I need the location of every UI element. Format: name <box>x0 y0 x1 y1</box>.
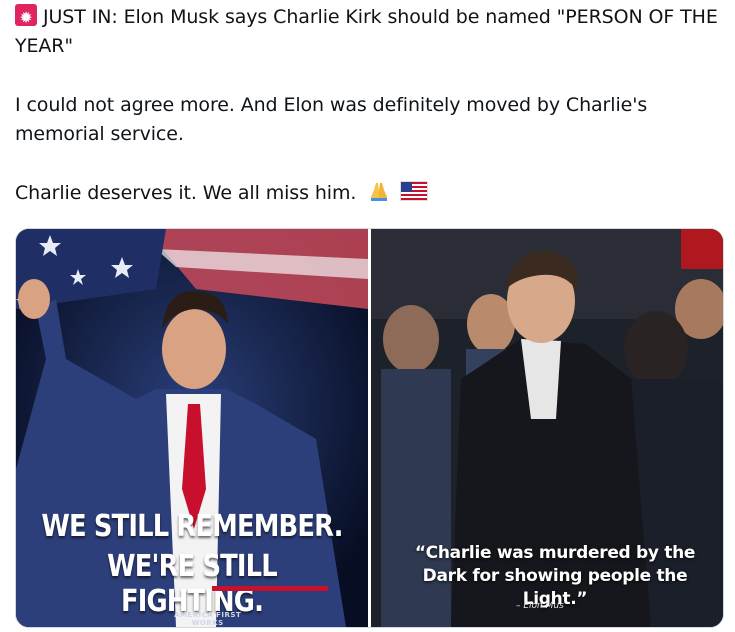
tweet-line-1: JUST IN: Elon Musk says Charlie Kirk sho… <box>15 6 718 57</box>
folded-hands-icon <box>371 183 388 201</box>
tweet-paragraph-2: I could not agree more. And Elon was def… <box>15 94 648 145</box>
media-grid[interactable]: WE STILL REMEMBER. WE'RE STILL FIGHTING.… <box>15 228 724 628</box>
image-elon-musk[interactable]: “Charlie was murdered by the Dark for sh… <box>371 229 723 627</box>
image-charlie-kirk[interactable]: WE STILL REMEMBER. WE'RE STILL FIGHTING.… <box>16 229 368 627</box>
logo-line-1: AMERICA FIRST <box>174 611 242 619</box>
quote-attribution: – Elon Mus <box>516 601 564 611</box>
rotating-light-icon <box>15 3 37 32</box>
slogan-underline <box>212 586 328 591</box>
america-first-works-logo: AMERICA FIRST WORKS <box>174 611 241 627</box>
tweet-paragraph-3: Charlie deserves it. We all miss him. <box>15 179 720 208</box>
tweet-paragraph-1: JUST IN: Elon Musk says Charlie Kirk sho… <box>15 3 720 61</box>
us-flag-icon <box>400 181 429 201</box>
logo-line-2: WORKS <box>191 619 224 627</box>
slogan-line-2: WE'RE STILL FIGHTING. <box>107 549 278 619</box>
tweet-text: JUST IN: Elon Musk says Charlie Kirk sho… <box>15 3 720 208</box>
tweet-line-3: Charlie deserves it. We all miss him. <box>15 182 357 204</box>
slogan-line-1: WE STILL REMEMBER. <box>41 509 343 544</box>
